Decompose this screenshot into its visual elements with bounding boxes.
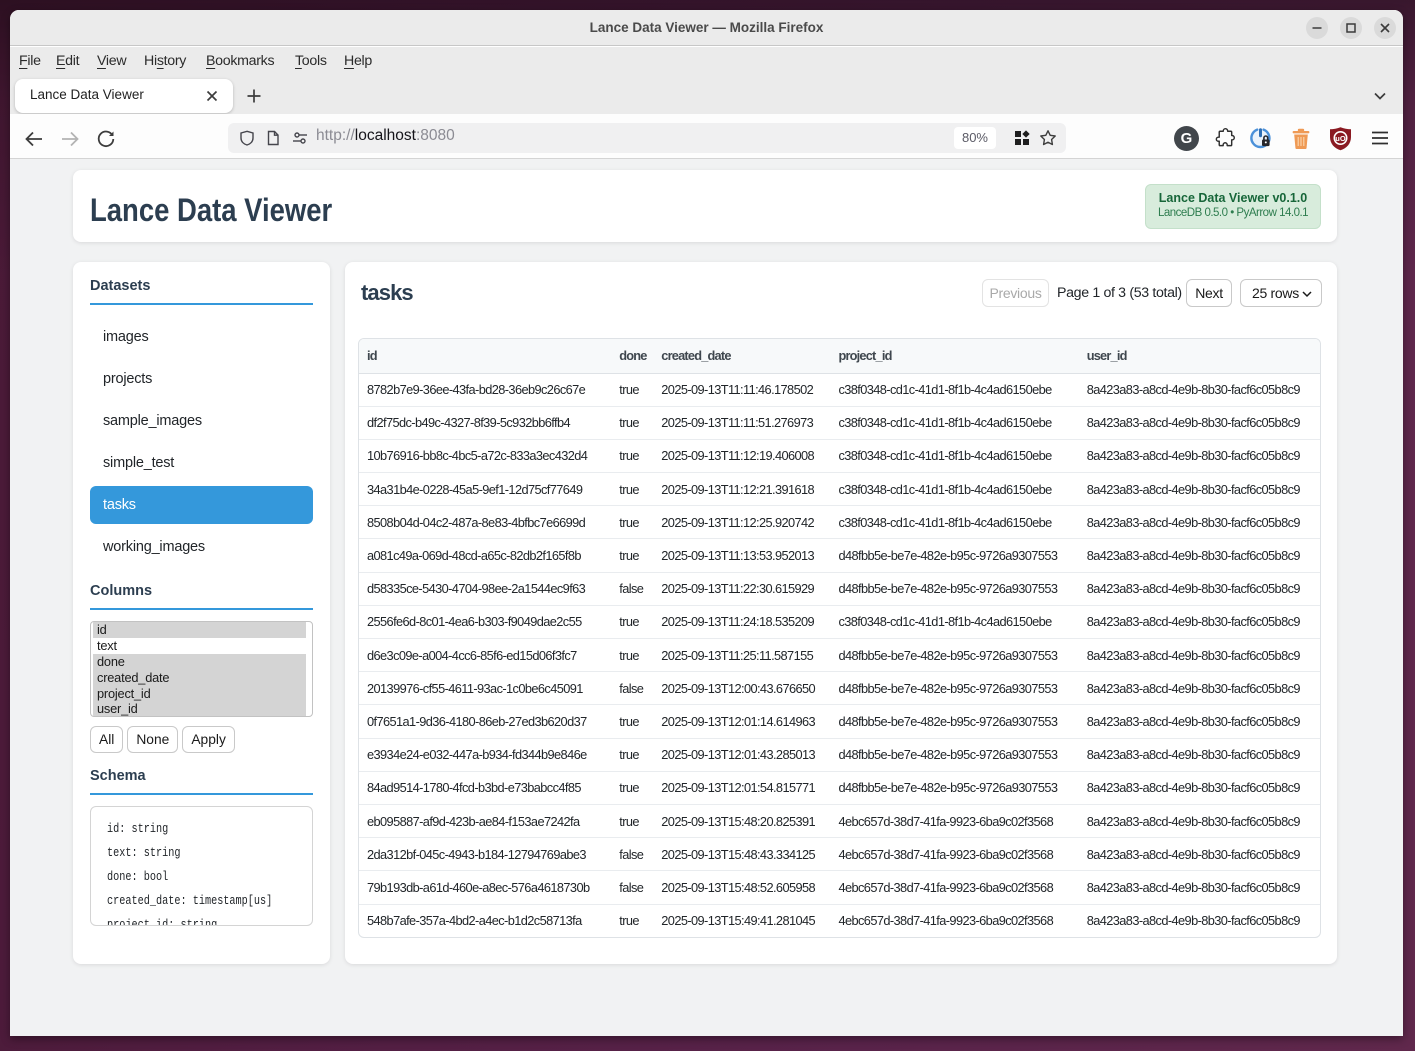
- svg-text:uO: uO: [1335, 134, 1346, 143]
